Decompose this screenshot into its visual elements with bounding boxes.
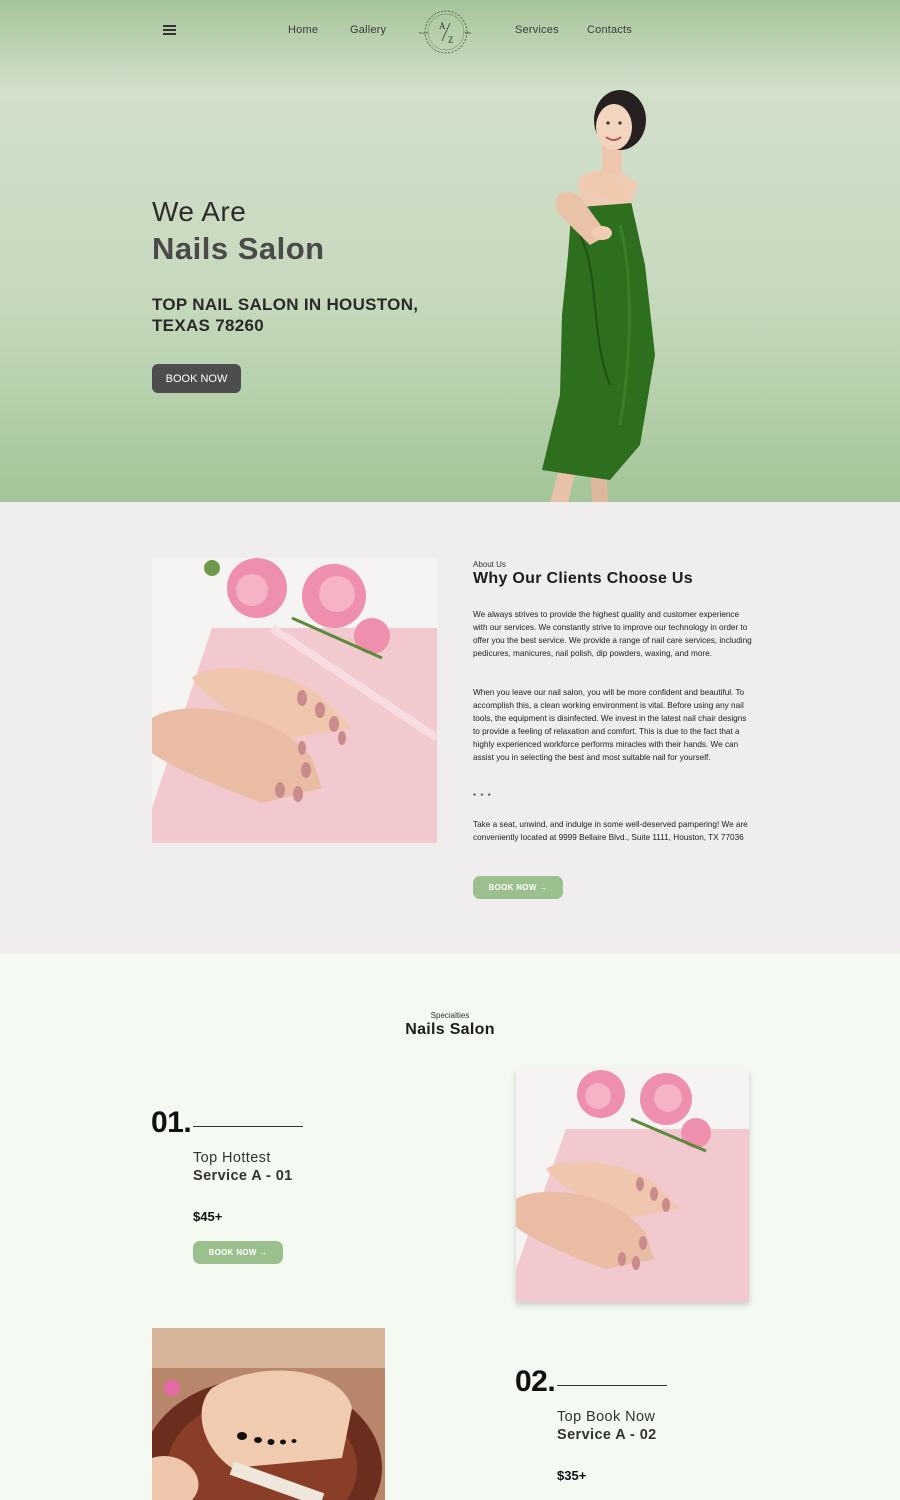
hero-section: Home Gallery A Z NAILS BAR Services Cont… [0, 0, 900, 502]
hamburger-menu-icon[interactable] [163, 25, 176, 35]
service-02-price: $35+ [557, 1468, 587, 1483]
specialties-section: Specialties Nails Salon 01. Top Hottest … [0, 954, 900, 1500]
about-paragraph-1: We always strives to provide the highest… [473, 610, 752, 659]
about-eyebrow: About Us [473, 560, 506, 569]
service-02-photo [152, 1328, 385, 1500]
about-title: Why Our Clients Choose Us [473, 570, 693, 587]
service-01-line1: Top Hottest [193, 1150, 271, 1166]
about-paragraph-2: When you leave our nail salon, you will … [473, 688, 747, 763]
about-separator: * * * [473, 792, 492, 801]
nav-link-contacts[interactable]: Contacts [587, 24, 632, 36]
about-section: About Us Why Our Clients Choose Us We al… [0, 502, 900, 954]
service-number-01: 01. [151, 1106, 192, 1139]
logo-wreath-icon[interactable]: A Z NAILS BAR [418, 5, 474, 59]
specialties-eyebrow: Specialties [430, 1011, 470, 1020]
service-01-price: $45+ [193, 1209, 223, 1224]
service-divider-01 [193, 1126, 303, 1127]
service-01-book-now-button[interactable]: BOOK NOW → [193, 1241, 283, 1264]
logo-small-right: BAR [465, 31, 472, 35]
logo-letter-a: A [439, 21, 446, 31]
service-01-photo [516, 1069, 749, 1302]
hero-title-line1: We Are [152, 196, 247, 227]
nav-link-home[interactable]: Home [288, 24, 318, 36]
hero-subtitle: TOP NAIL SALON IN HOUSTON, TEXAS 78260 [152, 295, 419, 335]
service-02-line1: Top Book Now [557, 1409, 656, 1425]
about-city: Houston, TX 77036 [671, 833, 744, 843]
service-divider-02 [557, 1385, 667, 1386]
manicure-photo [152, 558, 437, 843]
service-number-02: 02. [515, 1365, 556, 1398]
hero-title-line2: Nails Salon [152, 231, 325, 266]
service-02-line2: Service A - 02 [557, 1427, 657, 1443]
specialties-title: Nails Salon [405, 1021, 495, 1038]
top-nav: Home Gallery A Z NAILS BAR Services Cont… [0, 0, 900, 64]
service-01-line2: Service A - 01 [193, 1168, 293, 1184]
hero-book-now-button[interactable]: BOOK NOW [152, 364, 241, 393]
about-address: 9999 Bellaire Blvd., Suite 1111, [558, 833, 671, 843]
logo-letter-z: Z [448, 35, 454, 45]
logo-small-left: NAILS [419, 31, 428, 35]
about-book-now-button[interactable]: BOOK NOW → [473, 876, 563, 899]
nav-link-services[interactable]: Services [515, 24, 559, 36]
model-photo [542, 90, 655, 502]
nav-link-gallery[interactable]: Gallery [350, 24, 386, 36]
about-paragraph-3: Take a seat, unwind, and indulge in some… [473, 818, 753, 844]
